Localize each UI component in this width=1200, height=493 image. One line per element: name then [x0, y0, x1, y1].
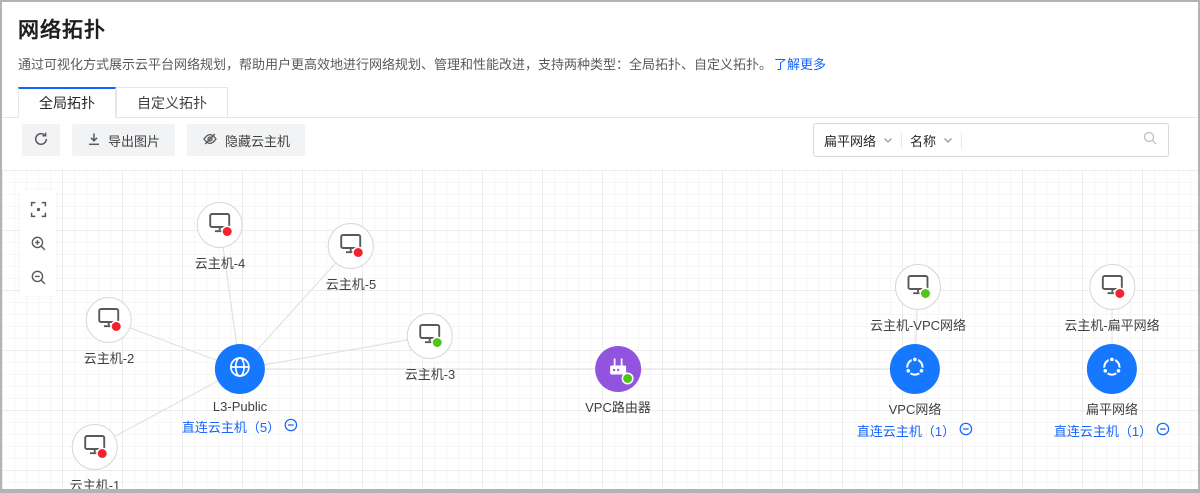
tab-global-topology[interactable]: 全局拓扑: [18, 87, 116, 118]
refresh-button[interactable]: [22, 124, 60, 156]
host-node-circle: [328, 223, 374, 269]
host-node-circle: [86, 297, 132, 343]
chevron-down-icon: [883, 133, 893, 148]
minus-circle-icon: [284, 418, 298, 435]
collapse-hosts-link[interactable]: 直连云主机（5）: [182, 417, 298, 436]
node-flat-network[interactable]: 扁平网络 直连云主机（1）: [1054, 344, 1170, 440]
collapse-link-label: 直连云主机（1）: [857, 421, 955, 440]
page-description: 通过可视化方式展示云平台网络规划，帮助用户更高效地进行网络规划、管理和性能改进，…: [18, 54, 1182, 73]
tab-custom-topology[interactable]: 自定义拓扑: [116, 87, 228, 118]
node-host-vpc-network[interactable]: 云主机-VPC网络: [870, 264, 966, 334]
node-host-5[interactable]: 云主机-5: [326, 223, 377, 293]
refresh-icon: [33, 131, 49, 150]
node-label: 云主机-3: [405, 364, 456, 383]
search-field-select[interactable]: 名称: [910, 131, 953, 150]
eye-off-icon: [202, 131, 218, 150]
learn-more-link[interactable]: 了解更多: [774, 57, 826, 72]
node-host-flat-network[interactable]: 云主机-扁平网络: [1064, 264, 1159, 334]
search-icon[interactable]: [1142, 130, 1158, 151]
search-input[interactable]: [970, 133, 1134, 148]
chevron-down-icon: [943, 133, 953, 148]
node-label: 云主机-4: [195, 253, 246, 272]
hide-hosts-button[interactable]: 隐藏云主机: [187, 124, 305, 156]
topology-canvas[interactable]: 云主机-4 云主机-5 云主: [2, 170, 1198, 492]
node-l3-public[interactable]: L3-Public 直连云主机（5）: [182, 344, 298, 436]
share-nodes-icon: [902, 354, 928, 385]
globe-icon: [226, 353, 254, 386]
network-type-value: 扁平网络: [824, 131, 876, 150]
node-host-1[interactable]: 云主机-1: [70, 424, 121, 493]
search-field-value: 名称: [910, 131, 936, 150]
collapse-hosts-link[interactable]: 直连云主机（1）: [857, 421, 973, 440]
status-dot-green: [623, 374, 632, 383]
node-label: 云主机-1: [70, 475, 121, 493]
toolbar-left-buttons: 导出图片 隐藏云主机: [22, 124, 305, 156]
node-host-3[interactable]: 云主机-3: [405, 313, 456, 383]
host-node-circle: [1089, 264, 1135, 310]
host-node-circle: [895, 264, 941, 310]
network-node-circle: [890, 344, 940, 394]
share-nodes-icon: [1099, 354, 1125, 385]
collapse-link-label: 直连云主机（5）: [182, 417, 280, 436]
status-dot-red: [1115, 289, 1124, 298]
node-vpc-router[interactable]: VPC路由器: [585, 346, 651, 416]
topology-edges: [2, 170, 1198, 492]
node-vpc-network[interactable]: VPC网络 直连云主机（1）: [857, 344, 973, 440]
export-image-button[interactable]: 导出图片: [72, 124, 175, 156]
node-label: 扁平网络: [1086, 399, 1138, 418]
node-label: VPC网络: [889, 399, 942, 418]
zoom-out-icon[interactable]: [29, 268, 47, 286]
node-label: 云主机-5: [326, 274, 377, 293]
host-node-circle: [197, 202, 243, 248]
fit-view-icon[interactable]: [29, 200, 47, 218]
description-text: 通过可视化方式展示云平台网络规划，帮助用户更高效地进行网络规划、管理和性能改进，…: [18, 57, 772, 72]
node-host-4[interactable]: 云主机-4: [195, 202, 246, 272]
tab-bar: 全局拓扑 自定义拓扑: [2, 87, 1198, 118]
status-dot-green: [921, 289, 930, 298]
filter-search-group: 扁平网络 名称: [813, 123, 1169, 157]
zoom-in-icon[interactable]: [29, 234, 47, 252]
node-label: 云主机-2: [84, 348, 135, 367]
node-label: VPC路由器: [585, 397, 651, 416]
collapse-link-label: 直连云主机（1）: [1054, 421, 1152, 440]
export-image-label: 导出图片: [108, 131, 160, 150]
minus-circle-icon: [1156, 422, 1170, 439]
hide-hosts-label: 隐藏云主机: [225, 131, 290, 150]
node-host-2[interactable]: 云主机-2: [84, 297, 135, 367]
network-node-circle: [215, 344, 265, 394]
minus-circle-icon: [959, 422, 973, 439]
host-node-circle: [72, 424, 118, 470]
toolbar: 导出图片 隐藏云主机 扁平网络 名称: [2, 123, 1198, 157]
network-topology-page: 网络拓扑 通过可视化方式展示云平台网络规划，帮助用户更高效地进行网络规划、管理和…: [0, 0, 1200, 493]
page-title: 网络拓扑: [18, 14, 1182, 44]
collapse-hosts-link[interactable]: 直连云主机（1）: [1054, 421, 1170, 440]
divider: [961, 133, 962, 148]
router-node-circle: [595, 346, 641, 392]
node-label: 云主机-扁平网络: [1064, 315, 1159, 334]
page-header: 网络拓扑 通过可视化方式展示云平台网络规划，帮助用户更高效地进行网络规划、管理和…: [2, 2, 1198, 73]
node-label: 云主机-VPC网络: [870, 315, 966, 334]
download-icon: [87, 132, 101, 149]
network-type-select[interactable]: 扁平网络: [824, 131, 893, 150]
divider: [901, 133, 902, 148]
network-node-circle: [1087, 344, 1137, 394]
host-node-circle: [407, 313, 453, 359]
canvas-zoom-panel: [20, 190, 56, 296]
node-label: L3-Public: [213, 399, 267, 414]
